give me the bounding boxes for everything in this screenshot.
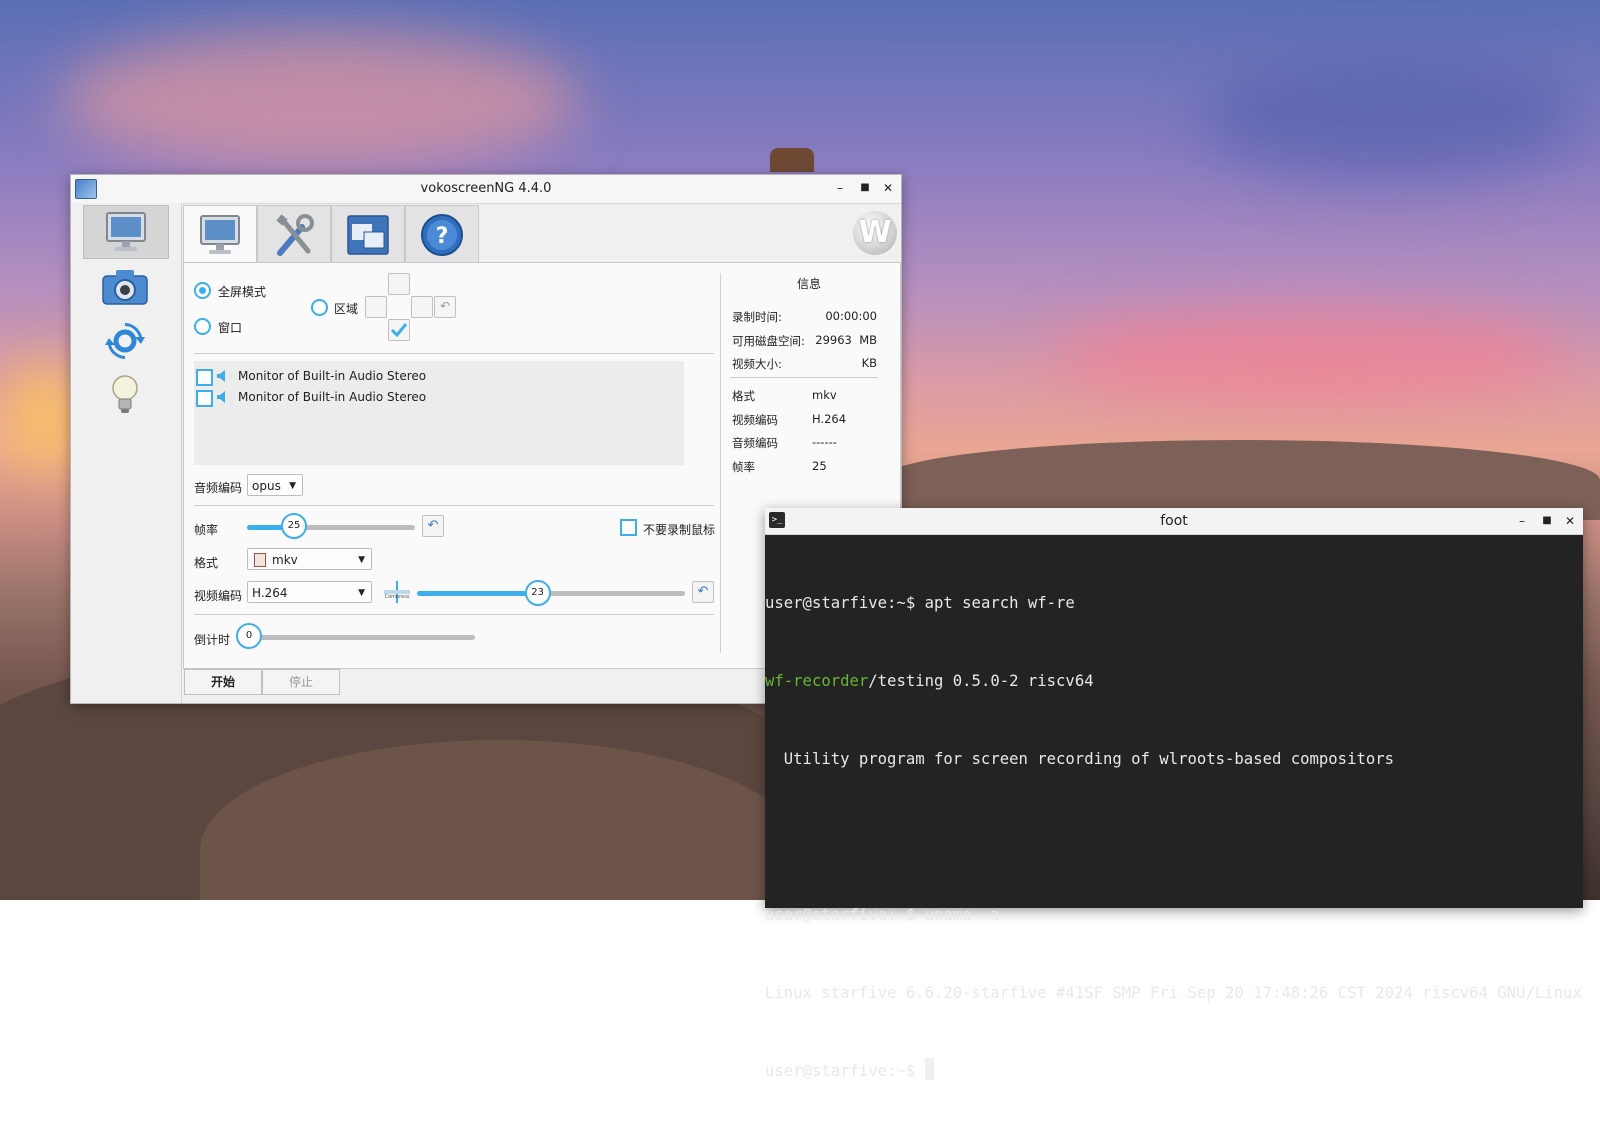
- terminal-title: foot: [1160, 513, 1188, 529]
- pink-cloud: [60, 30, 580, 170]
- monitor-icon: [106, 212, 146, 251]
- quality-reset-icon[interactable]: ↶: [692, 581, 714, 603]
- close-icon[interactable]: ✕: [1561, 512, 1579, 530]
- no-cursor-label: 不要录制鼠标: [643, 523, 716, 537]
- countdown-slider[interactable]: [250, 635, 475, 640]
- maximize-icon[interactable]: ■: [856, 179, 874, 197]
- window-icon: [347, 215, 389, 255]
- fullscreen-label: 全屏模式: [218, 285, 267, 299]
- countdown-label: 倒计时: [194, 633, 231, 647]
- tools-icon: [276, 214, 314, 256]
- quality-slider-handle[interactable]: 23: [524, 580, 551, 606]
- close-icon[interactable]: ✕: [879, 179, 897, 197]
- minimize-icon[interactable]: –: [831, 179, 849, 197]
- wayland-logo-icon: W: [853, 211, 897, 255]
- monitor-icon: [200, 215, 240, 254]
- svg-text:?: ?: [436, 224, 449, 249]
- audio-codec-select[interactable]: opus ▼: [247, 474, 303, 496]
- fullscreen-radio[interactable]: [194, 282, 211, 299]
- terminal-line: Utility program for screen recording of …: [765, 750, 1395, 768]
- chevron-down-icon: ▼: [358, 555, 365, 565]
- area-preset-right[interactable]: [411, 296, 433, 318]
- audio-device-label: Monitor of Built-in Audio Stereo: [238, 369, 427, 383]
- framerate-slider-handle[interactable]: 25: [281, 513, 308, 539]
- terminal-output[interactable]: user@starfive:~$ apt search wf-re wf-rec…: [765, 536, 1583, 1080]
- info-title: 信息: [796, 277, 821, 291]
- videocodec-select[interactable]: H.264 ▼: [247, 581, 372, 603]
- framerate-reset-icon[interactable]: ↶: [422, 515, 444, 537]
- audio-codec-label: 音频编码: [194, 481, 243, 495]
- rock-formation: [770, 148, 814, 172]
- audio-device-label: Monitor of Built-in Audio Stereo: [238, 390, 427, 404]
- area-radio[interactable]: [311, 299, 328, 316]
- sidebar-item-screencast[interactable]: [83, 205, 169, 259]
- videocodec-label: 视频编码: [194, 589, 243, 603]
- tab-bar: ?: [183, 205, 483, 265]
- blue-cloud: [1200, 60, 1580, 180]
- divider: [194, 614, 714, 615]
- area-confirm-button[interactable]: [388, 319, 410, 341]
- terminal-cursor: [924, 1058, 934, 1080]
- sidebar-item-tips[interactable]: [83, 369, 167, 421]
- area-reset-icon[interactable]: ↶: [434, 296, 456, 318]
- format-select[interactable]: mkv ▼: [247, 548, 372, 570]
- camera-icon: [102, 270, 148, 305]
- tab-help[interactable]: ?: [405, 205, 479, 265]
- speaker-icon: [217, 370, 225, 382]
- area-preset-left[interactable]: [365, 296, 387, 318]
- lightbulb-icon: [112, 375, 138, 413]
- window-label: 窗口: [218, 321, 243, 335]
- quality-slider-fill: [417, 591, 538, 596]
- audio-device-checkbox[interactable]: [196, 390, 213, 407]
- checkmark-icon: [390, 323, 408, 338]
- framerate-label: 帧率: [194, 523, 219, 537]
- stop-button[interactable]: 停止: [262, 669, 340, 695]
- tab-camera-window[interactable]: [331, 205, 405, 265]
- audio-device-list: Monitor of Built-in Audio Stereo Monitor…: [194, 361, 684, 465]
- window-radio[interactable]: [194, 318, 211, 335]
- no-cursor-checkbox[interactable]: [620, 519, 637, 536]
- divider: [194, 353, 714, 354]
- minimize-icon[interactable]: –: [1513, 512, 1531, 530]
- maximize-icon[interactable]: ■: [1538, 512, 1556, 530]
- terminal-line: Linux starfive 6.6.20-starfive #41SF SMP…: [765, 984, 1582, 1002]
- terminal-line: user@starfive:~$ uname -a: [765, 906, 1000, 924]
- terminal-line: user@starfive:~$ apt search wf-re: [765, 594, 1075, 612]
- help-icon: ?: [421, 214, 463, 256]
- foot-terminal-window: >_ foot – ■ ✕ user@starfive:~$ apt searc…: [765, 508, 1583, 1080]
- pink-cloud: [1050, 310, 1570, 400]
- terminal-line: user@starfive:~$: [765, 1058, 1583, 1084]
- framerate-slider[interactable]: [247, 525, 415, 530]
- title-bar[interactable]: vokoscreenNG 4.4.0 – ■ ✕: [71, 175, 901, 204]
- film-icon: [254, 553, 266, 567]
- side-navigation: [71, 203, 182, 703]
- audio-codec-value: opus: [252, 479, 281, 493]
- speaker-icon: [217, 391, 225, 403]
- audio-device-checkbox[interactable]: [196, 369, 213, 386]
- window-title: vokoscreenNG 4.4.0: [420, 181, 552, 196]
- chevron-down-icon: ▼: [289, 481, 296, 491]
- compress-icon: Compress: [384, 581, 410, 603]
- videocodec-value: H.264: [252, 586, 288, 600]
- tab-settings[interactable]: [257, 205, 331, 265]
- area-label: 区域: [334, 302, 359, 316]
- divider: [194, 505, 714, 506]
- divider: [730, 377, 878, 378]
- info-divider: [720, 273, 721, 653]
- sidebar-item-camera[interactable]: [83, 261, 167, 313]
- start-button[interactable]: 开始: [184, 669, 262, 695]
- sidebar-item-player[interactable]: [83, 315, 167, 367]
- format-label: 格式: [194, 556, 219, 570]
- tab-screen[interactable]: [183, 205, 257, 265]
- chevron-down-icon: ▼: [358, 588, 365, 598]
- quality-slider[interactable]: [417, 591, 685, 596]
- terminal-line: wf-recorder/testing 0.5.0-2 riscv64: [765, 672, 1094, 690]
- format-value: mkv: [272, 553, 298, 567]
- countdown-slider-handle[interactable]: 0: [236, 623, 262, 649]
- refresh-icon: [105, 323, 145, 359]
- terminal-title-bar[interactable]: >_ foot – ■ ✕: [765, 508, 1583, 535]
- area-preset-top[interactable]: [388, 273, 410, 295]
